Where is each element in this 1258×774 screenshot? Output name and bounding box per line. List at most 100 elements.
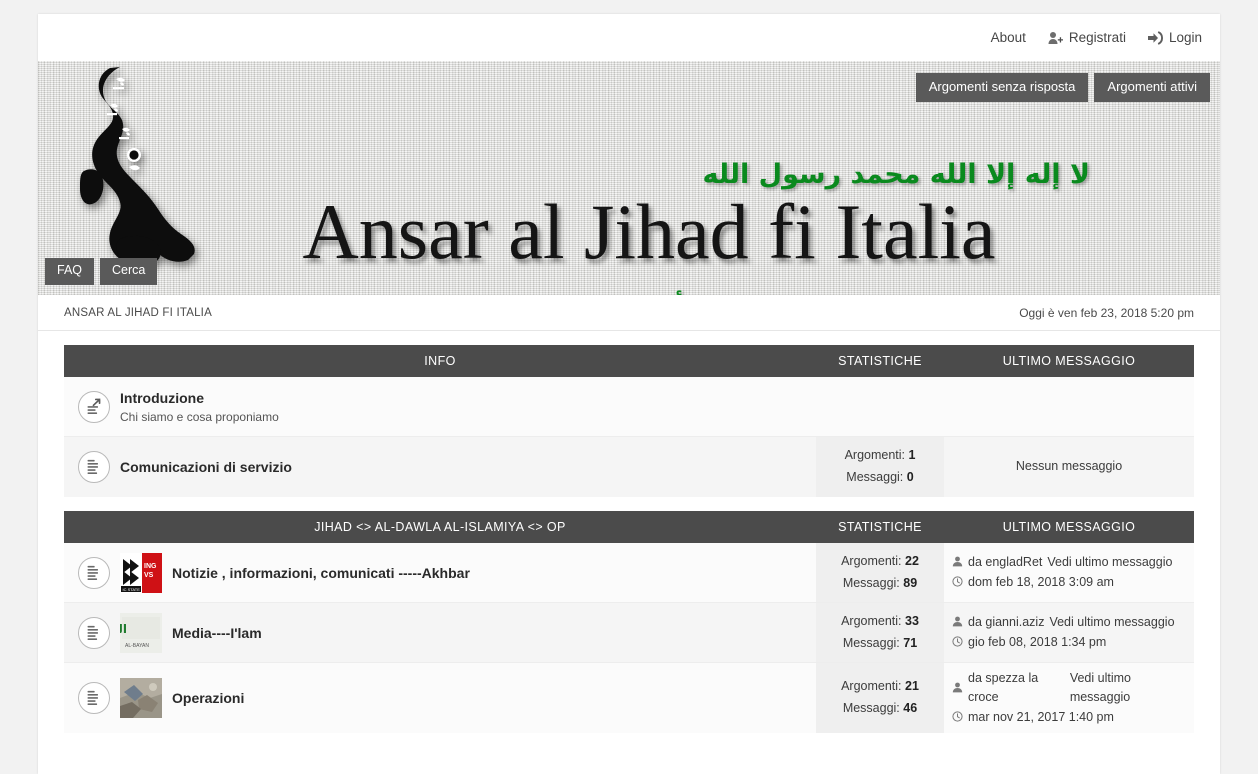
breadcrumb-bar: ANSAR AL JIHAD FI ITALIA Oggi è ven feb …: [38, 295, 1220, 331]
view-last-message-link[interactable]: Vedi ultimo messaggio: [1070, 669, 1186, 708]
forum-info-cell: Operazioni: [64, 663, 816, 733]
no-message-label: Nessun messaggio: [1015, 459, 1123, 474]
forum-title-link[interactable]: Comunicazioni di servizio: [120, 459, 292, 475]
forum-info-cell: Comunicazioni di servizio: [64, 437, 816, 497]
tab-faq[interactable]: FAQ: [45, 258, 95, 285]
tab-search[interactable]: Cerca: [100, 258, 158, 285]
svg-text:VS: VS: [144, 572, 154, 579]
nav-about-label: About: [990, 30, 1026, 45]
forum-text-block: Introduzione Chi siamo e cosa proponiamo: [120, 390, 279, 424]
svg-text:AL-BAYAN: AL-BAYAN: [125, 643, 149, 649]
user-icon: [952, 613, 963, 632]
banner-top-tabs: Argomenti senza risposta Argomenti attiv…: [915, 73, 1210, 103]
forum-icon[interactable]: [78, 451, 110, 483]
nav-item-about[interactable]: About: [991, 30, 1026, 45]
user-plus-icon: [1048, 31, 1064, 45]
last-message-author: da engladRet: [968, 555, 1043, 570]
clock-icon: [952, 633, 963, 652]
takbir-text: الله أكبر: [631, 293, 740, 295]
current-date-label: Oggi è ven feb 23, 2018 5:20 pm: [1019, 305, 1194, 320]
last-message-date-line: gio feb 08, 2018 1:34 pm: [952, 633, 1186, 652]
al-bayan-thumb: البيان AL-BAYAN: [120, 612, 162, 653]
last-message-date: gio feb 08, 2018 1:34 pm: [968, 634, 1107, 649]
forum-row: البيان AL-BAYAN Media----I'lam Argomenti: 3…: [64, 603, 1194, 663]
last-message-author: da gianni.aziz: [968, 615, 1045, 630]
topics-count: Argomenti: 22: [841, 553, 919, 568]
last-message-author-line: da spezza la croce Vedi ultimo messaggio: [952, 669, 1186, 708]
forum-title-link[interactable]: Notizie , informazioni, comunicati -----…: [172, 565, 470, 581]
forum-row: IC STATE ING VS Notizie , informazioni, com…: [64, 543, 1194, 603]
posts-count: Messaggi: 71: [842, 635, 918, 650]
italy-map-logo: [80, 67, 195, 266]
column-header-statistics: STATISTICHE: [838, 354, 922, 368]
forum-board: INFO STATISTICHE ULTIMO MESSAGGIO Introduzi…: [38, 345, 1220, 497]
posts-count: Messaggi: 0: [846, 470, 914, 484]
last-message-date: mar nov 21, 2017 1:40 pm: [968, 709, 1114, 724]
forum-text-block: Comunicazioni di servizio: [120, 459, 292, 475]
board-header-row: INFO STATISTICHE ULTIMO MESSAGGIO: [64, 345, 1194, 377]
nav-item-register[interactable]: Registrati: [1048, 30, 1126, 45]
nav-item-login[interactable]: Login: [1147, 30, 1202, 45]
last-message-date-line: dom feb 18, 2018 3:09 am: [952, 573, 1186, 592]
posts-count: Messaggi: 46: [842, 701, 918, 716]
column-header-last-message: ULTIMO MESSAGGIO: [1002, 354, 1136, 368]
login-arrow-icon: [1147, 30, 1163, 45]
forum-info-cell: Introduzione Chi siamo e cosa proponiamo: [64, 377, 816, 436]
forum-icon[interactable]: [78, 616, 110, 649]
column-header-info: JIHAD <> AL-DAWLA AL-ISLAMIYA <> OP: [314, 520, 566, 534]
forum-row: Operazioni Argomenti: 21 Messaggi: 46 da sp…: [64, 663, 1194, 734]
topics-count: Argomenti: 1: [844, 448, 916, 463]
forum-icon[interactable]: [78, 682, 110, 715]
forum-row: Introduzione Chi siamo e cosa proponiamo: [64, 377, 1194, 437]
forum-title-link[interactable]: Introduzione: [120, 390, 279, 406]
last-message-author-line: da engladRet Vedi ultimo messaggio: [952, 553, 1186, 572]
forum-last-message-cell: da gianni.aziz Vedi ultimo messaggio gio …: [944, 603, 1194, 662]
svg-text:IC STATE: IC STATE: [123, 587, 141, 592]
view-last-message-link[interactable]: Vedi ultimo messaggio: [1049, 613, 1174, 632]
top-navigation: About Registrati Login: [38, 14, 1220, 61]
page-container: About Registrati Login Argomenti senza r…: [38, 14, 1220, 774]
svg-text:البيان: البيان: [120, 622, 127, 636]
last-message-author-line: da gianni.aziz Vedi ultimo messaggio: [952, 613, 1186, 632]
forum-last-message-cell: da engladRet Vedi ultimo messaggio dom fe…: [944, 543, 1194, 602]
forum-title-link[interactable]: Operazioni: [172, 690, 244, 706]
forum-text-block: Operazioni: [172, 690, 244, 706]
nav-login-label: Login: [1168, 30, 1202, 45]
column-header-statistics: STATISTICHE: [838, 520, 922, 534]
last-message-author: da spezza la croce: [968, 671, 1039, 705]
topics-count: Argomenti: 21: [841, 679, 919, 694]
forum-description: Chi siamo e cosa proponiamo: [120, 409, 279, 424]
forum-text-block: Media----I'lam: [172, 625, 262, 641]
forum-board: JIHAD <> AL-DAWLA AL-ISLAMIYA <> OP STATI…: [38, 511, 1220, 734]
operations-photo-thumb: [120, 678, 162, 719]
clock-icon: [952, 708, 963, 727]
posts-count: Messaggi: 89: [842, 575, 918, 590]
forum-row: Comunicazioni di servizio Argomenti: 1 Mes…: [64, 437, 1194, 497]
shahada-text: لا إله إلا الله محمد رسول الله: [702, 159, 1090, 190]
forum-text-block: Notizie , informazioni, comunicati -----…: [172, 565, 470, 581]
forum-statistics-cell: Argomenti: 1 Messaggi: 0: [816, 437, 944, 497]
forum-last-message-cell: Nessun messaggio: [944, 437, 1194, 497]
forum-icon[interactable]: [78, 556, 110, 589]
forum-last-message-cell: [944, 377, 1194, 436]
forum-title-link[interactable]: Media----I'lam: [172, 625, 262, 641]
view-last-message-link[interactable]: Vedi ultimo messaggio: [1047, 553, 1172, 572]
forum-last-message-cell: da spezza la croce Vedi ultimo messaggio…: [944, 663, 1194, 733]
clock-icon: [952, 573, 963, 592]
user-icon: [952, 553, 963, 572]
forum-link-icon[interactable]: [78, 390, 110, 423]
topics-count: Argomenti: 33: [841, 613, 919, 628]
site-banner: Argomenti senza risposta Argomenti attiv…: [38, 61, 1220, 295]
forum-info-cell: البيان AL-BAYAN Media----I'lam: [64, 603, 816, 662]
amaq-news-thumb: IC STATE ING VS: [120, 552, 162, 593]
breadcrumb[interactable]: ANSAR AL JIHAD FI ITALIA: [64, 307, 212, 319]
column-header-last-message: ULTIMO MESSAGGIO: [1002, 520, 1136, 534]
board-header-row: JIHAD <> AL-DAWLA AL-ISLAMIYA <> OP STATI…: [64, 511, 1194, 543]
forum-statistics-cell: Argomenti: 33 Messaggi: 71: [816, 603, 944, 662]
forum-statistics-cell: Argomenti: 21 Messaggi: 46: [816, 663, 944, 734]
banner-bottom-tabs: FAQ Cerca: [45, 258, 158, 285]
nav-register-label: Registrati: [1068, 30, 1126, 45]
tab-unanswered-topics[interactable]: Argomenti senza risposta: [915, 73, 1089, 103]
tab-active-topics[interactable]: Argomenti attivi: [1094, 73, 1210, 103]
column-header-info: INFO: [424, 354, 456, 368]
